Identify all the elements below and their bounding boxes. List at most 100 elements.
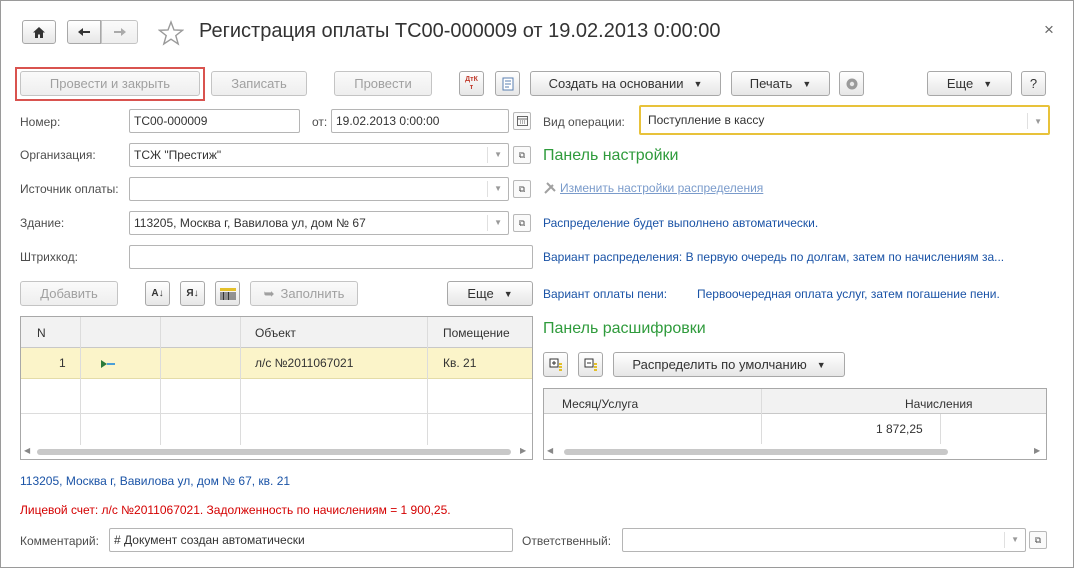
home-icon (33, 26, 45, 38)
fill-arrow-icon: ➥ (263, 285, 275, 301)
add-row-button[interactable]: Добавить (20, 281, 118, 306)
payment-source-label: Источник оплаты: (20, 182, 119, 196)
column-header-object[interactable]: Объект (255, 326, 296, 340)
number-field[interactable]: ТС00-000009 (129, 109, 300, 133)
forward-button[interactable] (101, 20, 138, 44)
star-icon (157, 20, 185, 46)
dtkt-button[interactable]: ДтКт (459, 71, 484, 96)
expand-all-button[interactable] (543, 352, 568, 377)
fill-button[interactable]: ➥ Заполнить (250, 281, 358, 306)
arrow-right-icon (113, 28, 126, 36)
create-based-on-label: Создать на основании (548, 76, 684, 91)
payment-source-field[interactable]: ▼ (129, 177, 509, 201)
calendar-button[interactable] (513, 112, 531, 130)
comment-label: Комментарий: (20, 534, 99, 548)
date-from-label: от: (312, 115, 328, 129)
date-field[interactable]: 19.02.2013 0:00:00 (331, 109, 509, 133)
post-and-close-button[interactable]: Провести и закрыть (20, 71, 200, 96)
dropdown-arrow-icon[interactable]: ▼ (494, 184, 502, 193)
help-button[interactable]: ? (1021, 71, 1046, 96)
penalty-payment-label: Вариант оплаты пени: (543, 287, 668, 301)
dropdown-arrow-icon[interactable]: ▼ (1034, 117, 1042, 126)
decode-row[interactable]: 1 872,25 (544, 414, 1046, 444)
collapse-tree-icon (584, 358, 597, 371)
payment-source-open-button[interactable]: ⧉ (513, 180, 531, 198)
fill-label: Заполнить (280, 286, 345, 301)
dtkt-icon: ДтКт (465, 75, 478, 91)
decode-scrollbar-track[interactable]: ◀ ▶ (544, 445, 1046, 459)
organization-field[interactable]: ТСЖ "Престиж" ▼ (129, 143, 509, 167)
chevron-down-icon: ▼ (693, 78, 703, 89)
dropdown-arrow-icon[interactable]: ▼ (494, 150, 502, 159)
accounts-table[interactable]: N Объект Помещение 1 л/с №2011067021 Кв.… (20, 316, 533, 460)
dropdown-arrow-icon[interactable]: ▼ (1011, 535, 1019, 544)
barcode-field[interactable] (129, 245, 533, 269)
column-header-charges[interactable]: Начисления (905, 397, 973, 411)
more-button[interactable]: Еще ▼ (927, 71, 1012, 96)
table-row[interactable]: 1 л/с №2011067021 Кв. 21 (21, 348, 532, 379)
favorite-star-button[interactable] (157, 20, 185, 46)
save-button[interactable]: Записать (211, 71, 307, 96)
table-more-label: Еще (467, 286, 494, 301)
dropdown-arrow-icon[interactable]: ▼ (494, 218, 502, 227)
table-more-button[interactable]: Еще ▼ (447, 281, 533, 306)
column-header-month-service[interactable]: Месяц/Услуга (562, 397, 638, 411)
structure-button[interactable] (495, 71, 520, 96)
building-field[interactable]: 113205, Москва г, Вавилова ул, дом № 67 … (129, 211, 509, 235)
account-flag-icon (101, 360, 115, 368)
decode-panel-title: Панель расшифровки (543, 320, 706, 337)
chevron-down-icon: ▼ (503, 288, 513, 299)
scrollbar-track[interactable]: ◀ ▶ (21, 445, 532, 459)
back-button[interactable] (67, 20, 101, 44)
building-label: Здание: (20, 216, 65, 230)
sort-asc-icon: A↓ (151, 288, 164, 299)
settings-panel-title: Панель настройки (543, 147, 679, 164)
scrollbar-thumb[interactable] (37, 449, 511, 455)
sort-asc-button[interactable]: A↓ (145, 281, 170, 306)
column-header-room[interactable]: Помещение (443, 326, 510, 340)
auto-distribution-text: Распределение будет выполнено автоматиче… (543, 216, 819, 230)
document-structure-icon (502, 77, 513, 90)
create-based-on-button[interactable]: Создать на основании ▼ (530, 71, 721, 96)
row-room: Кв. 21 (443, 356, 477, 370)
scroll-left-icon[interactable]: ◀ (24, 446, 30, 455)
gear-icon (846, 78, 857, 89)
distribution-variant-text: Вариант распределения: В первую очередь … (543, 250, 1005, 264)
scroll-left-icon[interactable]: ◀ (547, 446, 553, 455)
barcode-scan-button[interactable] (215, 281, 240, 306)
distribute-by-default-label: Распределить по умолчанию (632, 357, 807, 372)
column-header-n[interactable]: N (37, 326, 46, 340)
post-button[interactable]: Провести (334, 71, 432, 96)
close-icon[interactable]: × (1044, 20, 1054, 40)
barcode-icon (219, 287, 236, 300)
building-open-button[interactable]: ⧉ (513, 214, 531, 232)
barcode-label: Штрихкод: (20, 250, 79, 264)
scroll-right-icon[interactable]: ▶ (1034, 446, 1040, 455)
decode-row-charges: 1 872,25 (876, 422, 923, 436)
scroll-right-icon[interactable]: ▶ (520, 446, 526, 455)
settings-button[interactable] (839, 71, 864, 96)
responsible-label: Ответственный: (522, 534, 612, 548)
sort-desc-button[interactable]: Я↓ (180, 281, 205, 306)
expand-tree-icon (549, 358, 562, 371)
print-button[interactable]: Печать ▼ (731, 71, 830, 96)
distribute-by-default-button[interactable]: Распределить по умолчанию ▼ (613, 352, 845, 377)
chevron-down-icon: ▼ (816, 359, 826, 370)
window-title: Регистрация оплаты ТС00-000009 от 19.02.… (199, 20, 721, 42)
comment-field[interactable]: # Документ создан автоматически (109, 528, 513, 552)
account-debt-text: Лицевой счет: л/с №2011067021. Задолженн… (20, 503, 451, 517)
decode-table[interactable]: Месяц/Услуга Начисления 1 872,25 ◀ ▶ (543, 388, 1047, 460)
arrow-left-icon (78, 28, 90, 36)
tools-icon (544, 182, 556, 194)
responsible-field[interactable]: ▼ (622, 528, 1026, 552)
organization-label: Организация: (20, 148, 96, 162)
change-distribution-settings-link[interactable]: Изменить настройки распределения (560, 181, 763, 195)
number-label: Номер: (20, 115, 61, 129)
collapse-all-button[interactable] (578, 352, 603, 377)
operation-type-field[interactable]: Поступление в кассу ▼ (639, 105, 1050, 135)
penalty-payment-value: Первоочередная оплата услуг, затем погаш… (697, 287, 1000, 301)
home-button[interactable] (22, 20, 56, 44)
responsible-open-button[interactable]: ⧉ (1029, 531, 1047, 549)
organization-open-button[interactable]: ⧉ (513, 146, 531, 164)
scrollbar-thumb[interactable] (564, 449, 948, 455)
